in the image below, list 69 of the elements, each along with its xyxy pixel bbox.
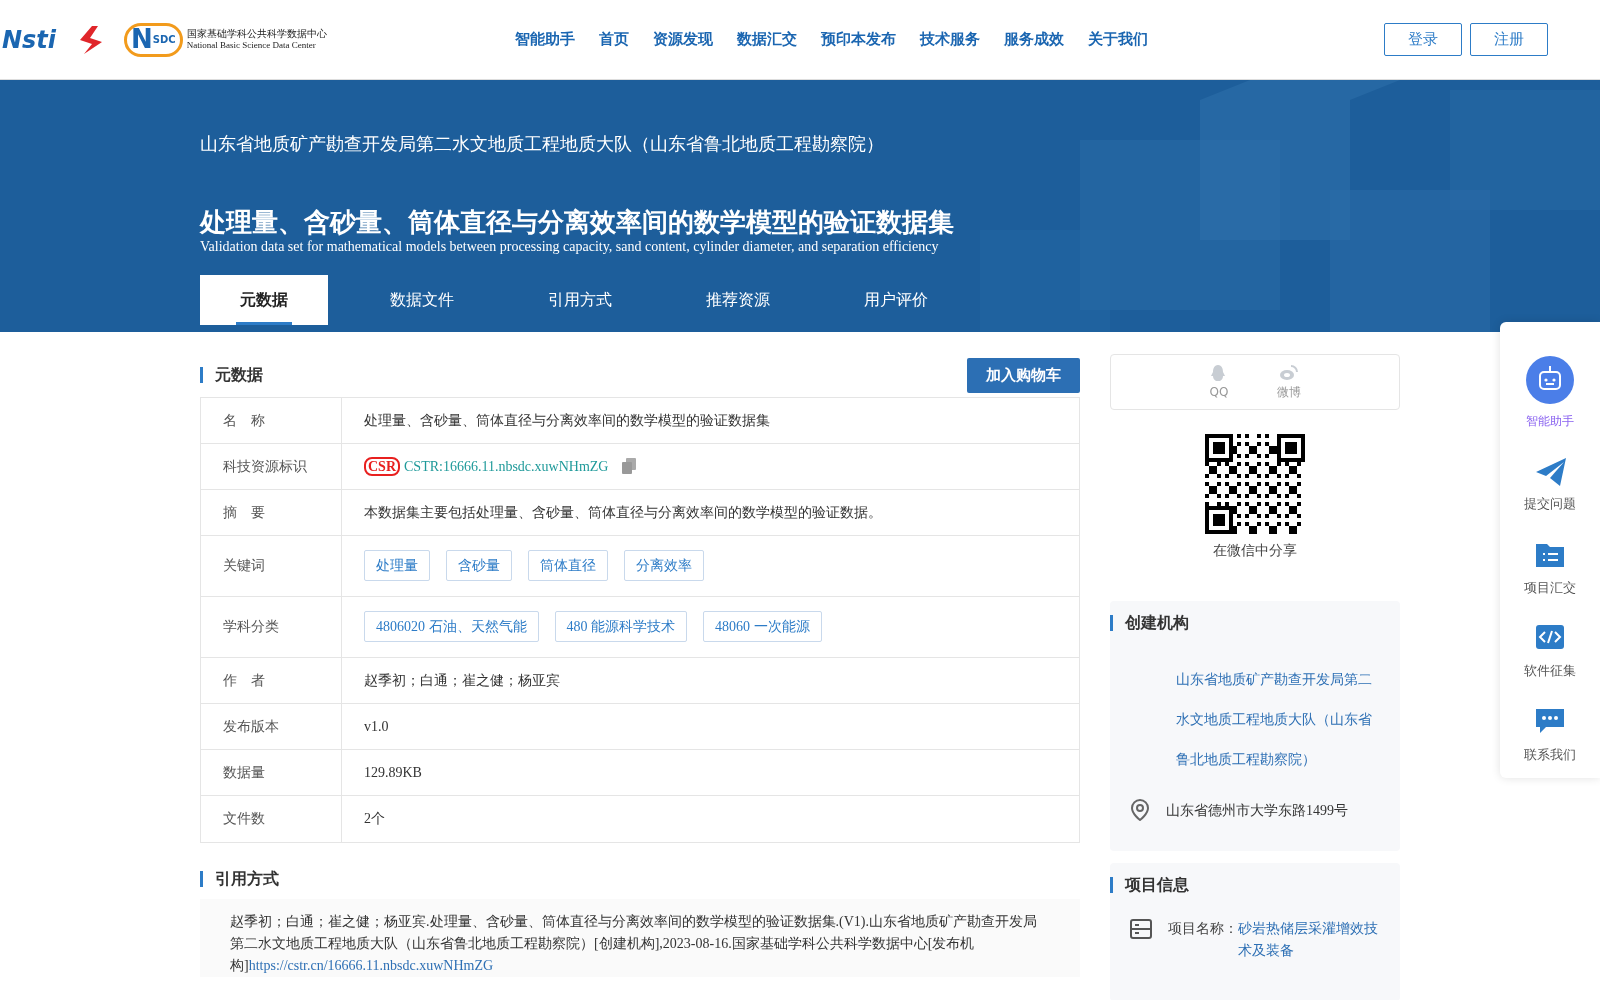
field-label: 数据量 [223, 762, 265, 782]
side-tool-link[interactable]: 提交问题 [1524, 454, 1576, 514]
citation-link[interactable]: https://cstr.cn/16666.11.nbsdc.xuwNHmZG [248, 957, 494, 973]
nav-link[interactable]: 关于我们 [1088, 28, 1148, 51]
tag-link[interactable]: 分离效率 [624, 550, 704, 581]
nav-link[interactable]: 预印本发布 [821, 28, 896, 51]
organization-link[interactable]: 山东省地质矿产勘查开发局第二水文地质工程地质大队（山东省鲁北地质工程勘察院） [1110, 631, 1400, 779]
side-tool-link[interactable]: 智能助手 [1526, 356, 1574, 430]
tag-link[interactable]: 4806020 石油、天然气能 [364, 611, 539, 642]
field-label: 学科分类 [223, 617, 279, 636]
field-value: 赵季初；白通；崔之健；杨亚宾 [364, 671, 560, 690]
robot-icon [1526, 356, 1574, 404]
citation-text: 赵季初；白通；崔之健；杨亚宾.处理量、含砂量、筒体直径与分离效率间的数学模型的验证数据集.(V1).山东省地质矿产勘查开发局第二水文地质工程地质大队（山东省鲁北地质工程勘察院）[创建机构],2023-08-16.国家基础学科公共科学数据中心[发布机构]https://cstr.cn/16666.11.nbsdc.xuwNHmZG [230, 912, 1038, 975]
project-label: 项目名称： [1168, 919, 1238, 938]
field-label: 发布版本 [223, 716, 279, 736]
tag-link[interactable]: 48060 一次能源 [703, 611, 822, 642]
nsti-logo: Nsti [2, 24, 57, 56]
organization-name: 山东省地质矿产勘查开发局第二水文地质工程地质大队（山东省鲁北地质工程勘察院） [200, 132, 885, 156]
logo-subtitle: National Basic Science Data Center [186, 40, 317, 51]
tag-link[interactable]: 处理量 [364, 550, 430, 581]
copy-icon [622, 458, 637, 474]
address-text: 山东省德州市大学东路1499号 [1166, 801, 1348, 820]
tab[interactable]: 数据文件 [358, 275, 486, 325]
side-tool-link[interactable]: 项目汇交 [1524, 537, 1576, 597]
side-tool-link[interactable]: 软件征集 [1524, 621, 1576, 681]
field-label: 摘 要 [223, 502, 265, 522]
side-tool-link[interactable]: 联系我们 [1524, 704, 1576, 764]
share-link[interactable]: QQ [1209, 363, 1229, 401]
field-label: 作 者 [223, 670, 265, 690]
tab[interactable]: 用户评价 [832, 275, 960, 325]
dataset-subtitle: Validation data set for mathematical models between processing capacity, sand content, cylinder diameter, and separation efficiency [200, 239, 940, 255]
section-heading: 项目信息 [1110, 877, 1400, 893]
field-label: 科技资源标识 [223, 456, 307, 476]
tab[interactable]: 推荐资源 [674, 275, 802, 325]
field-label: 关键词 [223, 556, 265, 575]
nav-link[interactable]: 服务成效 [1004, 28, 1064, 51]
dataset-title: 处理量、含砂量、筒体直径与分离效率间的数学模型的验证数据集 [200, 206, 955, 239]
field-label: 名 称 [223, 410, 265, 430]
section-heading: 引用方式 [200, 870, 1080, 887]
auth-button[interactable]: 登录 [1384, 23, 1462, 56]
add-to-cart-button[interactable]: 加入购物车 [967, 358, 1080, 393]
field-label: 文件数 [223, 809, 265, 828]
section-heading: 创建机构 [1110, 615, 1400, 631]
field-value: 129.89KB [364, 763, 422, 782]
tag-link[interactable]: 筒体直径 [528, 550, 608, 581]
auth-button[interactable]: 注册 [1470, 23, 1548, 56]
nav-link[interactable]: 首页 [599, 28, 629, 51]
nav-link[interactable]: 技术服务 [920, 28, 980, 51]
nav-link[interactable]: 智能助手 [515, 28, 575, 51]
share-link[interactable]: 微博 [1277, 363, 1301, 401]
cstr-link[interactable]: CSTR:16666.11.nbsdc.xuwNHmZG [404, 455, 609, 477]
qr-caption: 在微信中分享 [1213, 541, 1297, 560]
field-value: 本数据集主要包括处理量、含砂量、筒体直径与分离效率间的数学模型的验证数据。 [364, 503, 882, 522]
tag-link[interactable]: 含砂量 [446, 550, 512, 581]
tag-link[interactable]: 480 能源科学技术 [554, 611, 687, 642]
location-pin-icon [1130, 799, 1150, 821]
tab[interactable]: 引用方式 [516, 275, 644, 325]
field-value: v1.0 [364, 717, 389, 736]
tab[interactable]: 元数据 [200, 275, 328, 325]
section-heading: 元数据 [200, 367, 263, 384]
list-card-icon [1130, 919, 1152, 939]
nav-link[interactable]: 资源发现 [653, 28, 713, 51]
nav-link[interactable]: 数据汇交 [737, 28, 797, 51]
logo-title: 国家基础学科公共科学数据中心 [186, 28, 327, 40]
project-link[interactable]: 砂岩热储层采灌增效技术及装备 [1238, 917, 1380, 961]
field-value: 2个 [364, 810, 385, 828]
field-value: 处理量、含砂量、筒体直径与分离效率间的数学模型的验证数据集 [364, 411, 770, 430]
csr-logo: CSR [364, 456, 400, 476]
eye-icon [1279, 363, 1299, 383]
